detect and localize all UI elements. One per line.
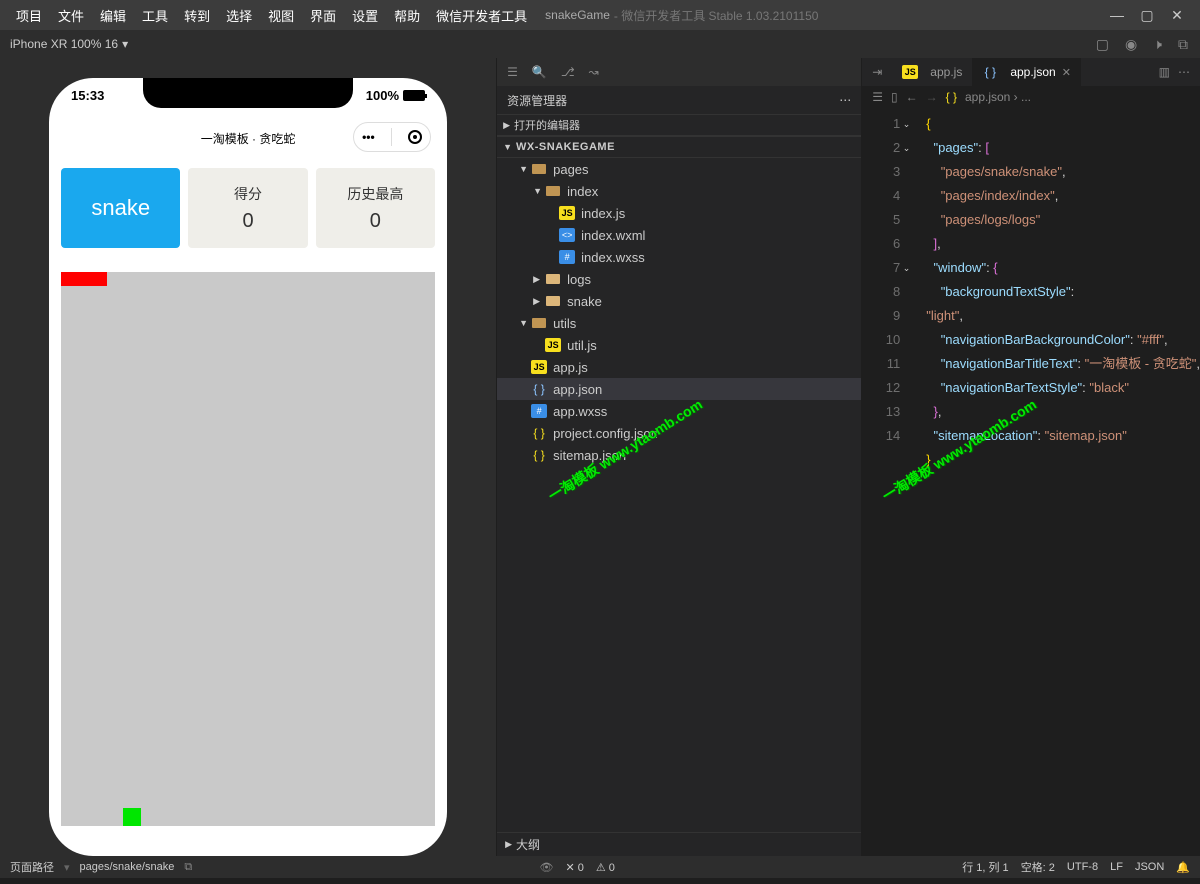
breadcrumb-path[interactable]: app.json › ...: [965, 90, 1031, 104]
tab-app.json[interactable]: { }app.json✕: [972, 58, 1081, 86]
file-pages[interactable]: ▼pages: [497, 158, 861, 180]
page-path-label: 页面路径: [10, 859, 54, 875]
open-to-side-icon[interactable]: ⇥: [872, 65, 882, 79]
branch-icon[interactable]: ⎇: [561, 65, 575, 79]
toolbar: iPhone XR 100% 16▾ ▢ ◉ 🕨 ⧉: [0, 30, 1200, 58]
menu-转到[interactable]: 转到: [176, 6, 218, 25]
file-index.wxss[interactable]: #index.wxss: [497, 246, 861, 268]
bell-icon[interactable]: 🔔: [1176, 861, 1190, 874]
capsule-menu[interactable]: •••: [353, 122, 431, 152]
phone-notch: [143, 78, 353, 108]
menu-选择[interactable]: 选择: [218, 6, 260, 25]
file-index[interactable]: ▼index: [497, 180, 861, 202]
file-app.json[interactable]: { }app.json: [497, 378, 861, 400]
status-battery: 100%: [366, 88, 425, 103]
device-icon[interactable]: ▢: [1096, 36, 1109, 53]
menu-项目[interactable]: 项目: [8, 6, 50, 25]
snake-head: [61, 272, 107, 286]
status-time: 15:33: [71, 88, 104, 103]
page-path[interactable]: pages/snake/snake: [80, 861, 175, 873]
simulator-panel: 15:33 100% 一淘模板 · 贪吃蛇 ••• snake 得分 0: [0, 58, 496, 856]
editor-nav-toggle-icon[interactable]: ☰: [872, 90, 883, 104]
tab-app.js[interactable]: JSapp.js: [892, 58, 972, 86]
window-subtitle: - 微信开发者工具 Stable 1.03.2101150: [614, 7, 819, 24]
opened-editors-section[interactable]: ▶打开的编辑器: [497, 114, 861, 136]
eol[interactable]: LF: [1110, 861, 1123, 873]
menu-微信开发者工具[interactable]: 微信开发者工具: [428, 6, 535, 25]
project-section[interactable]: ▼WX-SNAKEGAME: [497, 136, 861, 158]
file-app.js[interactable]: JSapp.js: [497, 356, 861, 378]
target-icon[interactable]: [408, 130, 422, 144]
snake-button[interactable]: snake: [61, 168, 180, 248]
menu-文件[interactable]: 文件: [50, 6, 92, 25]
file-project.config.json[interactable]: { }project.config.json: [497, 422, 861, 444]
phone-frame: 15:33 100% 一淘模板 · 贪吃蛇 ••• snake 得分 0: [49, 78, 447, 856]
file-index.js[interactable]: JSindex.js: [497, 202, 861, 224]
file-logs[interactable]: ▶logs: [497, 268, 861, 290]
path-icon[interactable]: ↝: [589, 65, 599, 79]
close-button[interactable]: ✕: [1162, 0, 1192, 30]
tab-more-icon[interactable]: ⋯: [1178, 65, 1190, 79]
visibility-icon[interactable]: 👁: [540, 861, 554, 874]
mute-icon[interactable]: 🕨: [1153, 36, 1162, 53]
cursor-position[interactable]: 行 1, 列 1: [962, 859, 1008, 875]
warning-count[interactable]: ⚠ 0: [596, 861, 615, 874]
nav-back-icon[interactable]: ←: [906, 90, 918, 104]
highscore-card: 历史最高 0: [316, 168, 435, 248]
multi-window-icon[interactable]: ⧉: [1178, 36, 1188, 53]
tab-list-icon[interactable]: ☰: [507, 65, 518, 79]
explorer-more-icon[interactable]: ⋯: [839, 93, 851, 107]
file-snake[interactable]: ▶snake: [497, 290, 861, 312]
window-project: snakeGame: [545, 8, 610, 22]
bookmark-icon[interactable]: ▯: [891, 90, 898, 104]
menu-编辑[interactable]: 编辑: [92, 6, 134, 25]
explorer-title: 资源管理器: [507, 92, 567, 109]
menu-帮助[interactable]: 帮助: [386, 6, 428, 25]
menu-bar: 项目文件编辑工具转到选择视图界面设置帮助微信开发者工具 snakeGame - …: [0, 0, 1200, 30]
outline-section[interactable]: ▶大纲: [497, 832, 861, 856]
device-selector[interactable]: iPhone XR 100% 16▾: [0, 37, 138, 51]
menu-工具[interactable]: 工具: [134, 6, 176, 25]
file-app.wxss[interactable]: #app.wxss: [497, 400, 861, 422]
language-mode[interactable]: JSON: [1135, 861, 1164, 873]
snake-food: [123, 808, 141, 826]
indent-info[interactable]: 空格: 2: [1021, 859, 1055, 875]
score-card: 得分 0: [188, 168, 307, 248]
record-icon[interactable]: ◉: [1125, 36, 1137, 53]
file-util.js[interactable]: JSutil.js: [497, 334, 861, 356]
search-icon[interactable]: 🔍: [532, 65, 547, 79]
menu-视图[interactable]: 视图: [260, 6, 302, 25]
split-editor-icon[interactable]: ▥: [1159, 65, 1170, 79]
game-canvas[interactable]: [61, 272, 435, 826]
maximize-button[interactable]: ▢: [1132, 0, 1162, 30]
nav-forward-icon[interactable]: →: [926, 90, 938, 104]
status-bar: 页面路径 ▾ pages/snake/snake ⧉ 👁 ✕ 0 ⚠ 0 行 1…: [0, 856, 1200, 878]
error-count[interactable]: ✕ 0: [565, 861, 583, 874]
file-index.wxml[interactable]: <>index.wxml: [497, 224, 861, 246]
more-icon[interactable]: •••: [362, 130, 375, 144]
explorer-panel: ☰ 🔍 ⎇ ↝ 资源管理器 ⋯ ▶打开的编辑器 ▼WX-SNAKEGAME ▼p…: [496, 58, 862, 856]
copy-icon[interactable]: ⧉: [184, 861, 192, 874]
editor-panel: ⇥ JSapp.js{ }app.json✕ ▥ ⋯ ☰ ▯ ← → { } a…: [862, 58, 1200, 856]
file-utils[interactable]: ▼utils: [497, 312, 861, 334]
code-area[interactable]: 1⌄2⌄34567⌄891011121314 { "pages": [ "pag…: [862, 108, 1200, 856]
menu-设置[interactable]: 设置: [344, 6, 386, 25]
file-sitemap.json[interactable]: { }sitemap.json: [497, 444, 861, 466]
minimize-button[interactable]: —: [1102, 0, 1132, 30]
encoding[interactable]: UTF-8: [1067, 861, 1098, 873]
close-tab-icon[interactable]: ✕: [1062, 66, 1071, 79]
menu-界面[interactable]: 界面: [302, 6, 344, 25]
